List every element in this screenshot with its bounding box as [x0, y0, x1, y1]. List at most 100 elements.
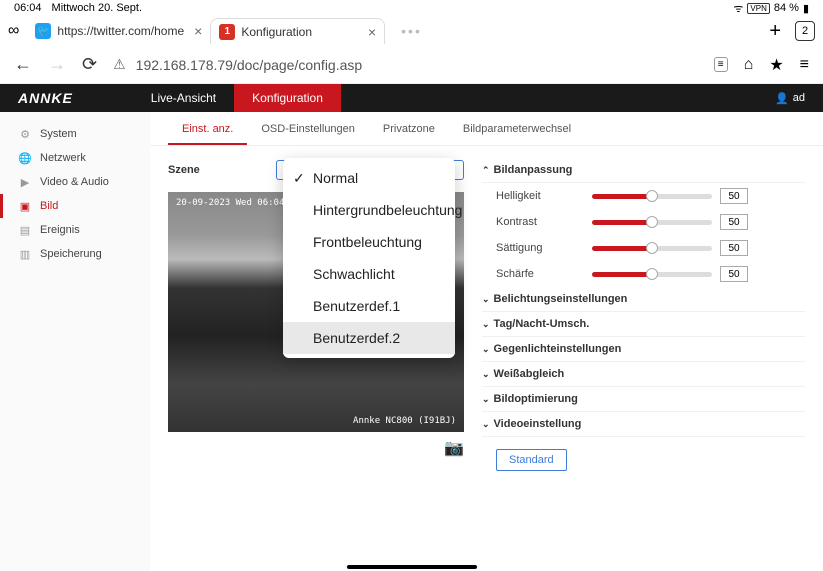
menu-icon[interactable]: ≡: [800, 56, 809, 74]
slider-thumb[interactable]: [646, 268, 658, 280]
scene-label: Szene: [168, 164, 276, 176]
nav-live-view[interactable]: Live-Ansicht: [133, 84, 234, 112]
section-backlight[interactable]: ⌄Gegenlichteinstellungen: [482, 337, 805, 362]
status-date: Mittwoch 20. Sept.: [52, 2, 143, 14]
slider-track[interactable]: [592, 272, 712, 277]
dropdown-option-lowlight[interactable]: Schwachlicht: [283, 258, 455, 290]
sidebar-item-label: System: [40, 128, 77, 140]
tab-close-icon[interactable]: ×: [194, 23, 202, 39]
caret-up-icon: ⌃: [482, 165, 490, 176]
tab-label: Konfiguration: [241, 25, 312, 39]
wifi-icon: ᯤ: [733, 1, 743, 16]
tab-konfiguration[interactable]: 1 Konfiguration ×: [210, 18, 385, 44]
user-icon: 👤: [775, 92, 789, 105]
sidebar-item-image[interactable]: ▣Bild: [0, 194, 150, 218]
sidebar-item-storage[interactable]: ▥ Speicherung: [0, 242, 150, 266]
sidebar-item-label: Netzwerk: [40, 152, 86, 164]
caret-down-icon: ⌄: [482, 419, 490, 430]
caret-down-icon: ⌄: [482, 369, 490, 380]
sidebar-item-label: Bild: [40, 200, 58, 212]
app-header: ANNKE Live-Ansicht Konfiguration 👤 ad: [0, 84, 823, 112]
tab-label: https://twitter.com/home: [57, 24, 184, 38]
tab-count[interactable]: 2: [795, 21, 815, 41]
home-indicator[interactable]: [347, 565, 477, 569]
slider-contrast: Kontrast: [482, 209, 805, 235]
caret-down-icon: ⌄: [482, 344, 490, 355]
sidebar-item-label: Ereignis: [40, 224, 80, 236]
sidebar-item-system[interactable]: ⚙ System: [0, 122, 150, 146]
dropdown-option-custom2[interactable]: Benutzerdef.2: [283, 322, 455, 354]
slider-value-input[interactable]: [720, 214, 748, 230]
insecure-icon: ⚠: [113, 56, 126, 73]
section-whitebalance[interactable]: ⌄Weißabgleich: [482, 362, 805, 387]
sidebar-item-event[interactable]: ▤Ereignis: [0, 218, 150, 242]
sidebar-item-label: Video & Audio: [40, 176, 109, 188]
url-bar: ← → ⟳ ⚠ 192.168.178.79/doc/page/config.a…: [0, 46, 823, 84]
user-name: ad: [793, 92, 805, 104]
slider-thumb[interactable]: [646, 242, 658, 254]
section-daynight[interactable]: ⌄Tag/Nacht-Umsch.: [482, 312, 805, 337]
dropdown-option-frontlight[interactable]: Frontbeleuchtung: [283, 226, 455, 258]
slider-thumb[interactable]: [646, 216, 658, 228]
dropdown-option-normal[interactable]: Normal: [283, 162, 455, 194]
user-menu[interactable]: 👤 ad: [775, 92, 805, 105]
default-button[interactable]: Standard: [496, 449, 567, 471]
slider-sharpness: Schärfe: [482, 261, 805, 287]
slider-track[interactable]: [592, 246, 712, 251]
forward-button[interactable]: →: [48, 54, 66, 75]
sidebar-item-label: Speicherung: [40, 248, 102, 260]
url-input[interactable]: ⚠ 192.168.178.79/doc/page/config.asp: [113, 56, 698, 73]
back-button[interactable]: ←: [14, 54, 32, 75]
slider-value-input[interactable]: [720, 240, 748, 256]
section-enhancement[interactable]: ⌄Bildoptimierung: [482, 387, 805, 412]
storage-icon: ▥: [18, 247, 32, 261]
home-icon[interactable]: ⌂: [744, 56, 754, 74]
twitter-icon: 🐦: [35, 23, 51, 39]
slider-value-input[interactable]: [720, 188, 748, 204]
nav-configuration[interactable]: Konfiguration: [234, 84, 341, 112]
slider-track[interactable]: [592, 220, 712, 225]
content: Einst. anz. OSD-Einstellungen Privatzone…: [150, 112, 823, 571]
video-icon: ▶: [18, 175, 32, 189]
subtab-display[interactable]: Einst. anz.: [168, 123, 247, 145]
slider-label: Kontrast: [496, 216, 584, 228]
dropdown-option-backlight[interactable]: Hintergrundbeleuchtung: [283, 194, 455, 226]
subtab-privacy[interactable]: Privatzone: [369, 123, 449, 145]
browser-tabs: ∞ 🐦 https://twitter.com/home × 1 Konfigu…: [0, 16, 823, 46]
sub-tabs: Einst. anz. OSD-Einstellungen Privatzone…: [150, 112, 823, 146]
status-bar: 06:04 Mittwoch 20. Sept. ᯤ VPN 84 % ▮: [0, 0, 823, 16]
snapshot-button[interactable]: 📷: [168, 438, 464, 458]
tab-twitter[interactable]: 🐦 https://twitter.com/home ×: [27, 18, 210, 44]
caret-down-icon: ⌄: [482, 319, 490, 330]
reload-button[interactable]: ⟳: [82, 54, 97, 75]
subtab-imageswitch[interactable]: Bildparameterwechsel: [449, 123, 585, 145]
infinity-icon[interactable]: ∞: [8, 22, 19, 40]
sidebar-item-network[interactable]: 🌐Netzwerk: [0, 146, 150, 170]
subtab-osd[interactable]: OSD-Einstellungen: [247, 123, 369, 145]
slider-label: Helligkeit: [496, 190, 584, 202]
tabs-overflow-icon[interactable]: •••: [401, 23, 422, 39]
vpn-badge: VPN: [747, 3, 769, 14]
section-exposure[interactable]: ⌄Belichtungseinstellungen: [482, 287, 805, 312]
slider-label: Sättigung: [496, 242, 584, 254]
slider-saturation: Sättigung: [482, 235, 805, 261]
new-tab-button[interactable]: +: [769, 20, 781, 43]
dropdown-option-custom1[interactable]: Benutzerdef.1: [283, 290, 455, 322]
slider-track[interactable]: [592, 194, 712, 199]
battery-icon: ▮: [803, 2, 809, 15]
section-videoadjust[interactable]: ⌄Videoeinstellung: [482, 412, 805, 437]
gear-icon: ⚙: [18, 127, 32, 141]
slider-brightness: Helligkeit: [482, 183, 805, 209]
camera-timestamp: 20-09-2023 Wed 06:04:36: [176, 198, 301, 208]
slider-value-input[interactable]: [720, 266, 748, 282]
url-text: 192.168.178.79/doc/page/config.asp: [136, 57, 363, 73]
bookmark-icon[interactable]: ★: [769, 55, 783, 75]
section-image-adjust[interactable]: ⌃Bildanpassung: [482, 158, 805, 183]
tab-close-icon[interactable]: ×: [368, 24, 376, 40]
sidebar-item-video[interactable]: ▶ Video & Audio: [0, 170, 150, 194]
caret-down-icon: ⌄: [482, 294, 490, 305]
reader-icon[interactable]: ≡: [714, 57, 728, 72]
notification-badge: 1: [219, 24, 235, 40]
caret-down-icon: ⌄: [482, 394, 490, 405]
slider-thumb[interactable]: [646, 190, 658, 202]
